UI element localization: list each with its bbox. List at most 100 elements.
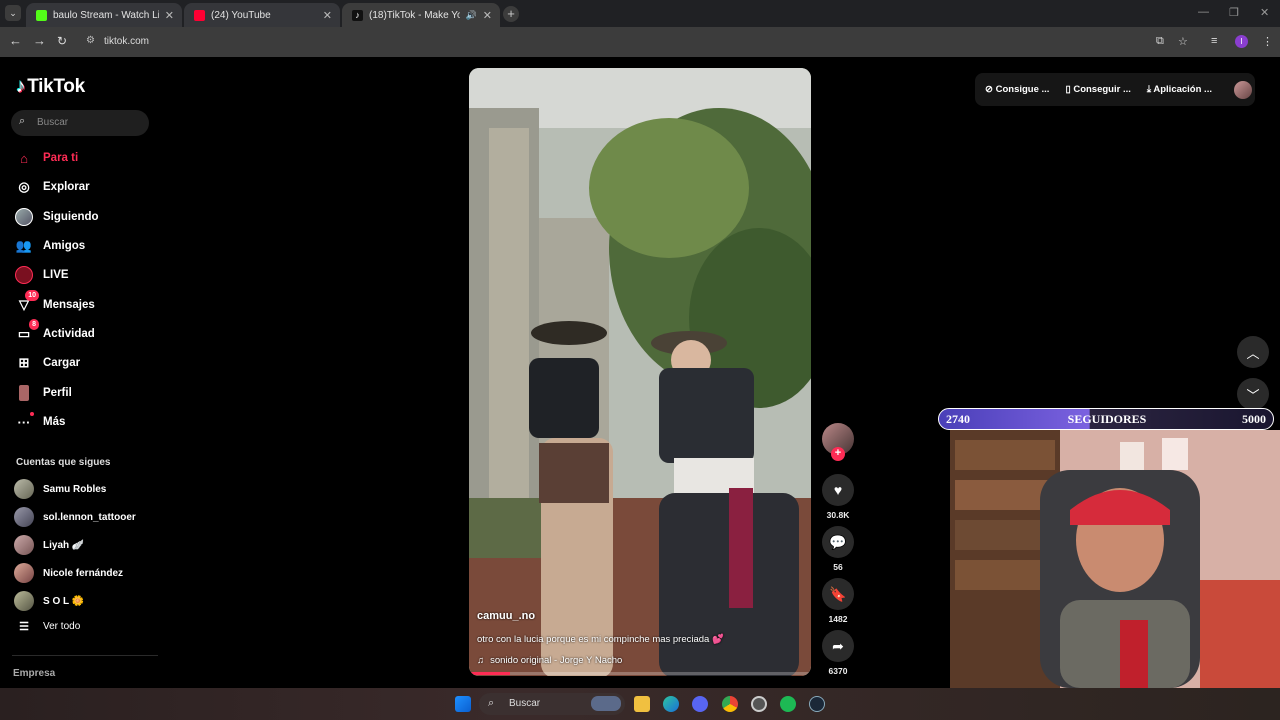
menu-item-mas[interactable]: ··· Más [14, 410, 65, 434]
file-explorer-icon[interactable] [634, 696, 650, 712]
account-name: S O L 🌼 [43, 595, 85, 607]
tiktok-logo[interactable]: ♪ TikTok [16, 76, 85, 98]
menu-item-mensajes[interactable]: ▽ 10 Mensajes [14, 290, 95, 317]
like-button[interactable]: ♥ 30.8K [822, 474, 854, 520]
menu-label: Siguiendo [43, 211, 99, 223]
activity-badge: 8 [29, 319, 39, 330]
browser-tab-tiktok[interactable]: ♪ (18)TikTok - Make Your Day 🔊 ✕ [342, 3, 500, 27]
windows-taskbar: ⌕ Buscar [0, 688, 1280, 720]
menu-item-siguiendo[interactable]: Siguiendo [14, 205, 99, 229]
tiktok-favicon-icon: ♪ [352, 9, 363, 21]
live-icon [14, 265, 34, 285]
footer-empresa[interactable]: Empresa [13, 668, 55, 679]
spotify-icon[interactable] [780, 696, 796, 712]
video-sound[interactable]: ♫ sonido original - Jorge Y Nacho [477, 655, 622, 666]
profile-avatar[interactable]: I [1235, 35, 1248, 48]
discord-icon[interactable] [692, 696, 708, 712]
see-all-link[interactable]: ☰ Ver todo [14, 620, 80, 633]
avatar [14, 479, 34, 499]
close-tab-icon[interactable]: ✕ [165, 9, 174, 22]
obs-icon[interactable] [751, 696, 767, 712]
menu-label: Mensajes [43, 299, 95, 311]
browser-toolbar: ← → ↻ ⚙ tiktok.com ⧉ ☆ ≡ I ⋮ [0, 27, 1280, 57]
save-button[interactable]: 🔖 1482 [822, 578, 854, 624]
following-account[interactable]: sol.lennon_tattooer [14, 507, 136, 527]
get-app-button[interactable]: ▯ Conseguir ... [1065, 84, 1130, 95]
menu-item-cargar[interactable]: ⊞ Cargar [14, 351, 81, 375]
next-video-button[interactable]: ﹀ [1237, 378, 1269, 410]
bookmark-star-icon[interactable]: ☆ [1178, 35, 1188, 48]
logo-text: TikTok [27, 76, 85, 97]
menu-item-explorar[interactable]: ◎ Explorar [14, 175, 90, 199]
chrome-icon[interactable] [722, 696, 738, 712]
menu-label: Para ti [43, 152, 79, 164]
upload-icon: ⊞ [18, 355, 30, 370]
reload-icon[interactable]: ↻ [57, 34, 67, 48]
compass-icon: ◎ [18, 179, 30, 194]
steam-icon[interactable] [809, 696, 825, 712]
menu-label: Explorar [43, 181, 90, 193]
follow-plus-icon[interactable]: + [831, 447, 845, 461]
back-arrow-icon[interactable]: ← [9, 34, 22, 48]
restore-window-icon[interactable]: ❐ [1229, 6, 1239, 19]
video-author[interactable]: camuu_.no [477, 610, 535, 622]
menu-dots-icon[interactable]: ⋮ [1262, 35, 1273, 48]
close-window-icon[interactable]: ✕ [1260, 6, 1269, 19]
audio-playing-icon[interactable]: 🔊 [466, 10, 477, 21]
edge-browser-icon[interactable] [663, 696, 679, 712]
media-controls-icon[interactable]: ≡ [1211, 35, 1217, 47]
comment-button[interactable]: 💬 56 [822, 526, 854, 572]
menu-item-para-ti[interactable]: ⌂ Para ti [14, 146, 78, 170]
creator-avatar[interactable]: + [822, 423, 854, 461]
install-app-icon[interactable]: ⧉ [1156, 35, 1164, 48]
menu-label: Cargar [43, 357, 81, 369]
avatar [14, 591, 34, 611]
browser-tab-kick[interactable]: baulo Stream - Watch Live on K ✕ [26, 3, 182, 27]
home-icon: ⌂ [20, 150, 28, 166]
site-info-icon[interactable]: ⚙ [86, 35, 95, 46]
download-app-button[interactable]: ⤓ Aplicación ... [1147, 84, 1212, 95]
follower-goal-bar: 2740 SEGUIDORES 5000 [938, 408, 1274, 430]
following-account[interactable]: Samu Robles [14, 479, 106, 499]
share-button[interactable]: ➦ 6370 [822, 630, 854, 676]
minimize-window-icon[interactable]: — [1198, 6, 1209, 18]
divider [12, 655, 158, 656]
browser-tab-youtube[interactable]: (24) YouTube ✕ [184, 3, 340, 27]
menu-item-actividad[interactable]: ▭ 8 Actividad [14, 319, 95, 346]
following-account[interactable]: Liyah 🪽 [14, 535, 84, 555]
close-tab-icon[interactable]: ✕ [483, 9, 492, 22]
following-account[interactable]: S O L 🌼 [14, 591, 84, 611]
account-name: Liyah 🪽 [43, 539, 85, 551]
following-account[interactable]: Nicole fernández [14, 563, 123, 583]
search-input[interactable]: ⌕ Buscar [11, 110, 149, 136]
forward-arrow-icon[interactable]: → [33, 34, 46, 48]
menu-item-perfil[interactable]: Perfil [14, 381, 72, 405]
taskbar-search[interactable]: ⌕ Buscar [479, 693, 625, 715]
video-progress-bar[interactable] [469, 672, 811, 675]
new-tab-button[interactable]: + [503, 6, 519, 22]
more-icon: ··· [14, 412, 34, 432]
comment-count: 56 [833, 562, 843, 572]
account-name: Samu Robles [43, 483, 107, 495]
messages-icon: ▽ 10 [14, 290, 39, 315]
user-avatar[interactable] [1233, 80, 1252, 99]
followers-label: SEGUIDORES [1067, 412, 1147, 426]
account-name: Nicole fernández [43, 567, 124, 579]
menu-label: Actividad [43, 328, 95, 340]
address-bar[interactable]: ⚙ tiktok.com [82, 31, 1182, 53]
webcam-image [950, 430, 1280, 688]
get-coins-button[interactable]: ⊘ Consigue ... [985, 84, 1049, 95]
tiktok-note-icon: ♪ [16, 76, 26, 97]
menu-item-amigos[interactable]: 👥 Amigos [14, 234, 85, 258]
previous-video-button[interactable]: ︿ [1237, 336, 1269, 368]
bookmark-icon: 🔖 [822, 578, 854, 610]
list-icon: ☰ [19, 621, 29, 633]
taskbar-search-placeholder: Buscar [509, 698, 541, 709]
music-note-icon: ♫ [477, 655, 485, 666]
video-player[interactable]: camuu_.no otro con la lucia porque es mi… [469, 68, 811, 676]
windows-start-icon[interactable] [455, 696, 471, 712]
menu-item-live[interactable]: LIVE [14, 263, 69, 287]
close-tab-icon[interactable]: ✕ [323, 9, 332, 22]
tab-list-button[interactable]: ⌄ [5, 5, 21, 21]
video-frame [469, 68, 811, 676]
